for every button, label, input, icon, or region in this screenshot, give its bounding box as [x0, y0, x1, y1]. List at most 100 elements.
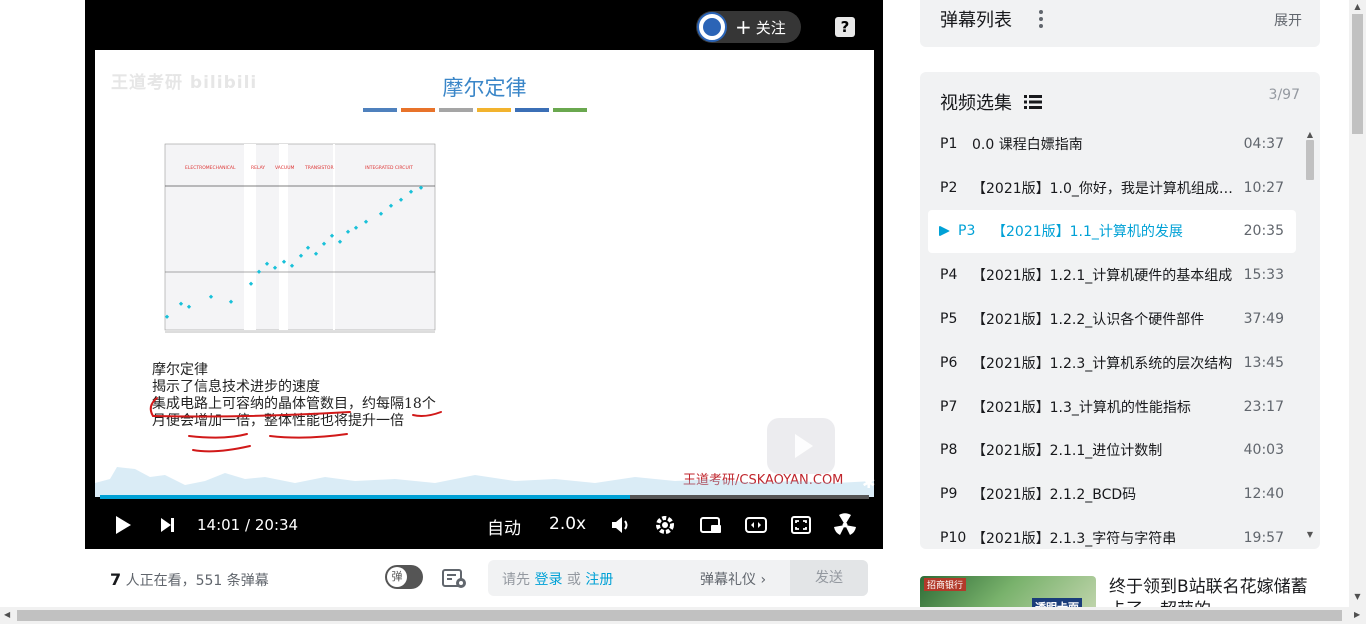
episode-playlist: 视频选集 3/97 P1 0.0 课程白嫖指南 04:37 P2 【2021版】1.0_… [920, 72, 1320, 549]
volume-icon [612, 517, 628, 533]
quality-button[interactable]: 自动 [487, 514, 521, 539]
playlist-scroll-thumb[interactable] [1306, 140, 1314, 180]
slide-text-line: 月便会增加一倍，整体性能也将提升一倍 [152, 413, 404, 429]
episode-number: P4 [940, 267, 958, 284]
slide-text-line: 摩尔定律 [152, 362, 208, 378]
playlist-item[interactable]: P1 0.0 课程白嫖指南 04:37 [928, 122, 1296, 166]
episode-duration: 12:40 [1243, 486, 1284, 503]
playlist-item[interactable]: P9 【2021版】2.1.2_BCD码 12:40 [928, 472, 1296, 516]
help-button[interactable]: ? [835, 17, 855, 37]
viewer-text: 人正在看， [121, 573, 196, 589]
follow-button[interactable]: + 关注 [696, 11, 801, 43]
playlist-count: 3/97 [1268, 87, 1300, 103]
total-time: 20:34 [254, 516, 299, 534]
episode-title: 【2021版】1.3_计算机的性能指标 [972, 399, 1191, 416]
uploader-avatar [697, 12, 727, 42]
input-hint: 请先 登录 或 注册 [502, 569, 613, 589]
more-icon[interactable] [1038, 8, 1044, 28]
playlist-item[interactable]: P6 【2021版】1.2.3_计算机系统的层次结构 13:45 [928, 341, 1296, 385]
play-button[interactable] [111, 513, 135, 537]
video-frame[interactable]: 王道考研 bilibili 摩尔定律 ELECTROMECHANICAL REL… [95, 50, 874, 497]
page-vertical-scrollbar[interactable]: ▲ ▼ [1349, 0, 1366, 607]
episode-title: 【2021版】1.2.1_计算机硬件的基本组成 [972, 268, 1233, 285]
now-playing-icon [939, 226, 950, 237]
playlist-item[interactable]: P10 【2021版】2.1.3_字符与字符串 19:57 [928, 516, 1296, 549]
login-link[interactable]: 登录 [534, 572, 562, 588]
play-icon [116, 516, 131, 534]
scroll-right-icon[interactable]: ▶ [1354, 610, 1360, 619]
progress-handle-icon[interactable]: ✱ [862, 473, 875, 492]
scroll-down-icon[interactable]: ▼ [1349, 592, 1366, 601]
playlist-scrollbar[interactable]: ▲ ▼ [1305, 130, 1315, 546]
danmaku-count-text: 条弹幕 [222, 573, 269, 589]
episode-number: P5 [940, 311, 958, 328]
danmaku-settings-icon[interactable] [442, 569, 468, 589]
danmaku-input[interactable]: 请先 登录 或 注册 弹幕礼仪 › 发送 [488, 560, 868, 596]
episode-duration: 23:17 [1243, 398, 1284, 415]
pip-button[interactable] [698, 513, 724, 537]
fullscreen-button[interactable] [788, 513, 814, 537]
page-horizontal-scrollbar[interactable]: ◀ ▶ [0, 607, 1366, 624]
episode-title: 【2021版】2.1.3_字符与字符串 [972, 531, 1177, 548]
episode-title: 0.0 课程白嫖指南 [972, 136, 1083, 153]
bilibili-video-page: + 关注 ? 王道考研 bilibili 摩尔定律 ELECTROMECHANI… [0, 0, 1366, 624]
playlist-item[interactable]: P3 【2021版】1.1_计算机的发展 20:35 [928, 209, 1296, 254]
episode-title: 【2021版】1.1_计算机的发展 [992, 224, 1183, 241]
scroll-up-icon[interactable]: ▲ [1305, 130, 1315, 139]
scroll-down-icon[interactable]: ▼ [1305, 530, 1315, 539]
playlist-item[interactable]: P2 【2021版】1.0_你好，我是计算机组成原理 10:27 [928, 166, 1296, 210]
danmaku-list-title: 弹幕列表 [940, 10, 1012, 31]
episode-duration: 13:45 [1243, 354, 1284, 371]
speed-button[interactable]: 2.0x [549, 514, 586, 534]
svg-text:RELAY: RELAY [251, 165, 265, 171]
episode-duration: 40:03 [1243, 442, 1284, 459]
danmaku-toggle[interactable]: 弹 [385, 565, 423, 589]
playlist-item[interactable]: P8 【2021版】2.1.1_进位计数制 40:03 [928, 429, 1296, 473]
chevron-right-icon: › [760, 572, 767, 588]
slide-title: 摩尔定律 [442, 76, 527, 100]
svg-text:TRANSISTOR: TRANSISTOR [304, 165, 334, 171]
episode-duration: 19:57 [1243, 530, 1284, 547]
progress-played [100, 495, 630, 499]
send-button[interactable]: 发送 [790, 560, 868, 596]
hint-or: 或 [562, 572, 586, 588]
widescreen-button[interactable] [743, 513, 769, 537]
danmaku-etiquette-link[interactable]: 弹幕礼仪 › [700, 569, 766, 589]
progress-bar[interactable] [100, 495, 869, 499]
pip-icon [700, 517, 721, 533]
register-link[interactable]: 注册 [585, 572, 613, 588]
episode-number: P9 [940, 486, 958, 503]
viewer-stats: 7 人正在看，551 条弹幕 [110, 570, 269, 590]
playlist-item[interactable]: P7 【2021版】1.3_计算机的性能指标 23:17 [928, 385, 1296, 429]
video-player[interactable]: + 关注 ? 王道考研 bilibili 摩尔定律 ELECTROMECHANI… [85, 0, 883, 549]
playlist-title: 视频选集 [940, 93, 1012, 114]
page-hscroll-thumb[interactable] [17, 610, 1342, 621]
episode-number: P10 [940, 530, 967, 547]
playlist-header: 视频选集 [940, 89, 1042, 115]
list-icon[interactable] [1024, 95, 1042, 109]
playlist-item[interactable]: P5 【2021版】1.2.2_认识各个硬件部件 37:49 [928, 297, 1296, 341]
episode-number: P1 [940, 135, 958, 152]
danmaku-list-panel: 弹幕列表 展开 [920, 0, 1320, 47]
svg-text:VACUUM: VACUUM [275, 165, 295, 171]
settings-button[interactable] [653, 513, 677, 537]
page-scroll-thumb[interactable] [1352, 14, 1363, 134]
scroll-up-icon[interactable]: ▲ [1349, 2, 1366, 11]
playlist-item[interactable]: P4 【2021版】1.2.1_计算机硬件的基本组成 15:33 [928, 253, 1296, 297]
episode-number: P7 [940, 398, 958, 415]
episode-number: P3 [958, 223, 976, 240]
radiation-button[interactable] [832, 513, 858, 537]
slide-color-bar [553, 108, 587, 112]
radiation-icon [834, 513, 856, 535]
episode-number: P6 [940, 354, 958, 371]
plus-icon: + [735, 15, 752, 39]
episode-title: 【2021版】1.0_你好，我是计算机组成原理 [972, 180, 1244, 197]
volume-button[interactable] [609, 513, 633, 537]
episode-number: P2 [940, 179, 958, 196]
scroll-left-icon[interactable]: ◀ [4, 610, 10, 619]
episode-duration: 10:27 [1243, 179, 1284, 196]
episode-title: 【2021版】1.2.3_计算机系统的层次结构 [972, 355, 1233, 372]
next-button[interactable] [157, 513, 177, 537]
danmaku-send-bar: 7 人正在看，551 条弹幕 弹 请先 登录 或 注册 弹幕礼仪 › 发送 [85, 549, 883, 609]
expand-button[interactable]: 展开 [1274, 10, 1302, 30]
